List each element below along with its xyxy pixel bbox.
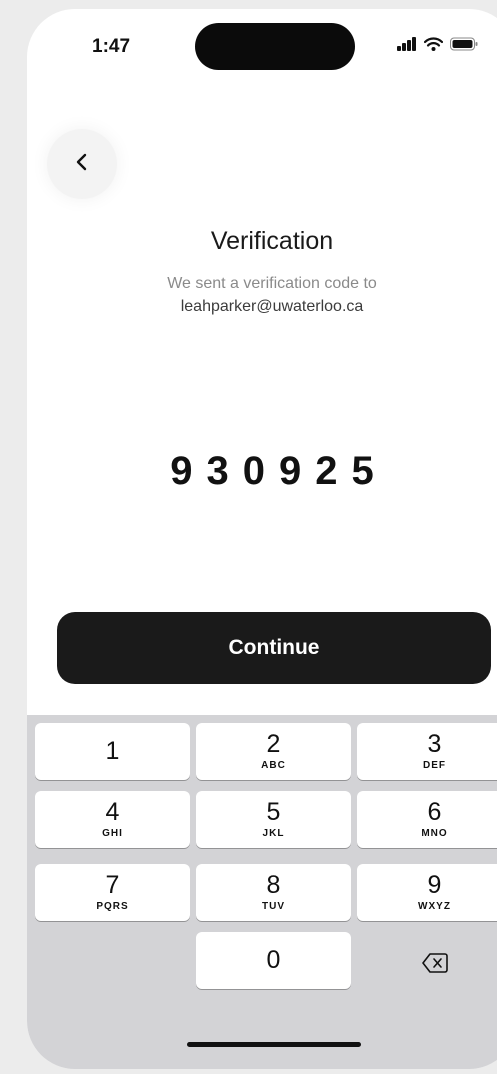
dynamic-island: [195, 23, 355, 70]
key-number: 6: [427, 798, 442, 826]
code-digit: 0: [242, 449, 265, 493]
key-2[interactable]: 2 ABC: [196, 723, 351, 780]
code-digit: 3: [206, 449, 229, 493]
key-letters: WXYZ: [418, 901, 451, 912]
key-letters: ABC: [261, 760, 286, 771]
code-digit: 9: [279, 449, 302, 493]
back-button[interactable]: [47, 129, 117, 199]
key-8[interactable]: 8 TUV: [196, 864, 351, 921]
wifi-icon: [423, 36, 444, 56]
code-digit: 5: [351, 449, 374, 493]
key-number: 1: [105, 737, 120, 765]
key-number: 0: [266, 946, 281, 974]
key-6[interactable]: 6 MNO: [357, 791, 497, 848]
key-letters: JKL: [262, 828, 285, 839]
key-7[interactable]: 7 PQRS: [35, 864, 190, 921]
key-number: 2: [266, 730, 281, 758]
key-4[interactable]: 4 GHI: [35, 791, 190, 848]
numeric-keypad: 1 2 ABC 3 DEF 4 GHI 5 JKL 6 MNO 7 PQRS 8…: [27, 715, 497, 1069]
chevron-left-icon: [75, 153, 89, 176]
key-number: 5: [266, 798, 281, 826]
page-title: Verification: [210, 227, 334, 255]
status-bar: 1:47: [27, 9, 497, 89]
key-letters: DEF: [423, 760, 446, 771]
verification-code[interactable]: 9 3 0 9 2 5: [27, 449, 497, 494]
home-indicator[interactable]: [187, 1042, 361, 1047]
key-letters: PQRS: [96, 901, 129, 912]
code-digit: 9: [170, 449, 193, 493]
key-number: 7: [105, 871, 120, 899]
email-address: leahparker@uwaterloo.ca: [180, 298, 364, 315]
battery-icon: [450, 37, 478, 56]
key-5[interactable]: 5 JKL: [196, 791, 351, 848]
delete-button[interactable]: [357, 937, 497, 994]
key-9[interactable]: 9 WXYZ: [357, 864, 497, 921]
key-letters: TUV: [262, 901, 285, 912]
backspace-icon: [421, 953, 448, 978]
code-digit: 2: [315, 449, 338, 493]
key-number: 8: [266, 871, 281, 899]
status-icons: [397, 36, 478, 56]
key-number: 3: [427, 730, 442, 758]
key-number: 9: [427, 871, 442, 899]
key-1[interactable]: 1: [35, 723, 190, 780]
cellular-signal-icon: [397, 36, 417, 56]
continue-button[interactable]: Continue: [57, 612, 491, 684]
key-0[interactable]: 0: [196, 932, 351, 989]
key-number: 4: [105, 798, 120, 826]
status-time: 1:47: [92, 36, 131, 57]
key-letters: GHI: [102, 828, 123, 839]
key-letters: MNO: [421, 828, 448, 839]
subtitle-text: We sent a verification code to: [167, 275, 377, 292]
phone-screen: 1:47 Verification We sent a verification…: [27, 9, 497, 1069]
key-3[interactable]: 3 DEF: [357, 723, 497, 780]
